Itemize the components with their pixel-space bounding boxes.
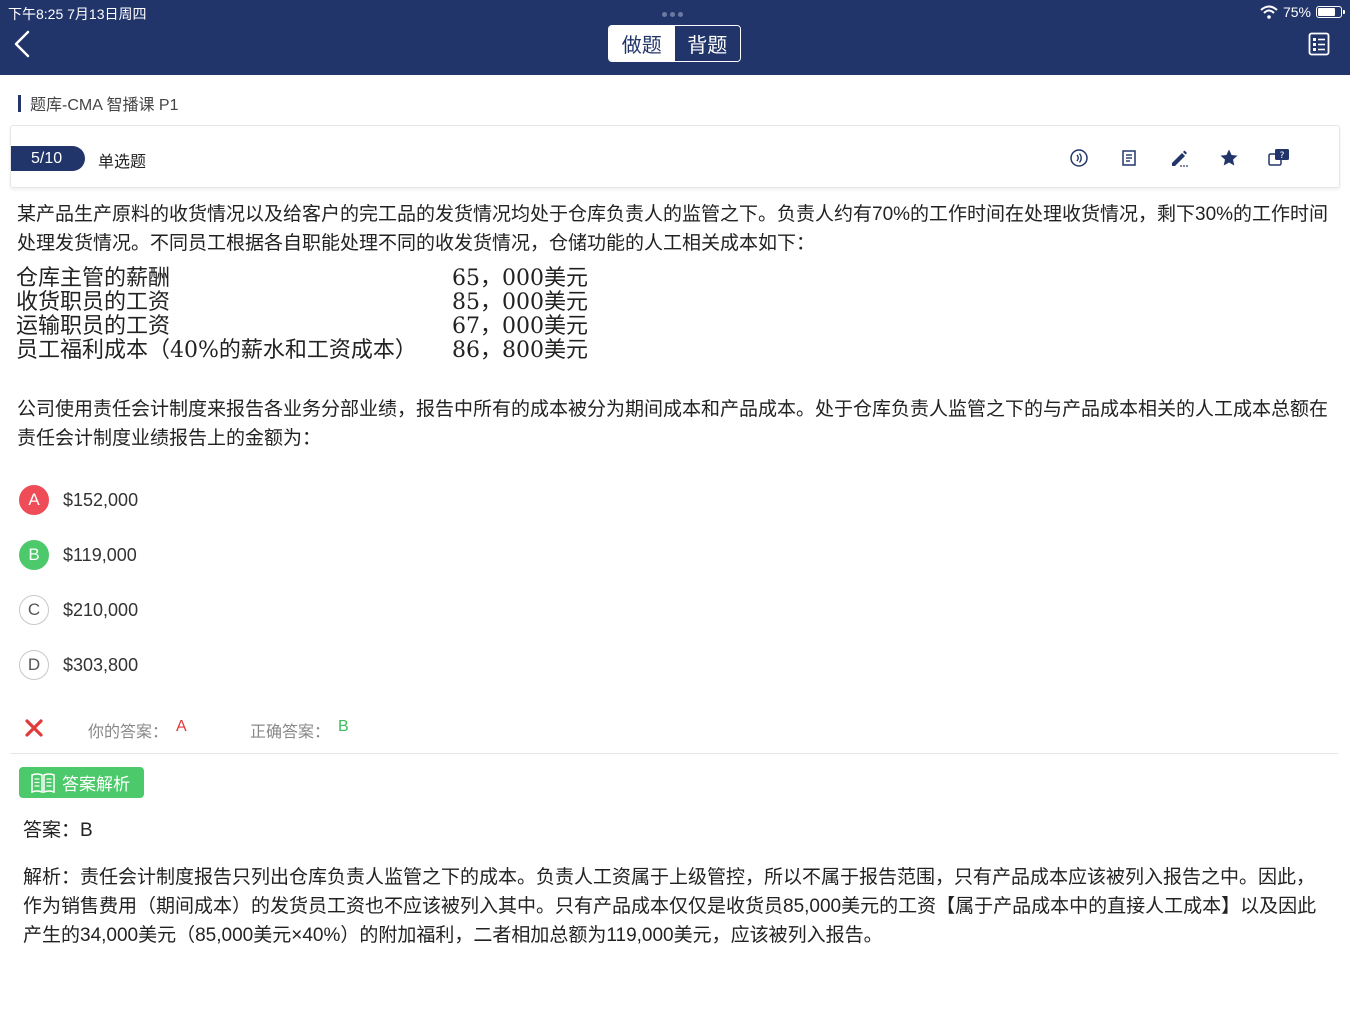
top-nav-bar: 下午8:25 7月13日周四 75% 做题 背题 — [0, 0, 1350, 75]
chevron-left-icon — [14, 30, 30, 58]
cost-row: 运输职员的工资 67，000美元 — [16, 315, 588, 339]
checklist-icon — [1308, 32, 1330, 56]
ask-question-button[interactable]: ? — [1267, 146, 1291, 170]
option-letter: C — [19, 595, 49, 625]
option-letter: D — [19, 650, 49, 680]
status-time: 下午8:25 7月13日周四 — [8, 6, 147, 22]
star-icon — [1220, 149, 1238, 166]
breadcrumb: 题库-CMA 智播课 P1 — [18, 93, 179, 114]
option-a[interactable]: A $152,000 — [19, 484, 138, 516]
cost-amount: 86，800美元 — [452, 338, 588, 363]
option-c[interactable]: C $210,000 — [19, 594, 138, 626]
battery-icon — [1316, 6, 1345, 18]
svg-text:?: ? — [1280, 151, 1285, 161]
cost-item: 运输职员的工资 — [16, 314, 171, 339]
cost-amount: 67，000美元 — [452, 314, 588, 339]
cost-amount: 65，000美元 — [452, 266, 588, 291]
cost-amount: 85，000美元 — [452, 290, 588, 315]
tab-practice[interactable]: 做题 — [609, 26, 675, 61]
cost-row: 员工福利成本（40%的薪水和工资成本） 86，800美元 — [16, 339, 588, 363]
question-header-card: 5/10 单选题 ? — [10, 125, 1340, 188]
back-button[interactable] — [8, 28, 38, 60]
option-letter: B — [19, 540, 49, 570]
status-indicators: 75% — [1260, 4, 1345, 20]
question-progress-badge: 5/10 — [11, 146, 85, 171]
edit-icon — [1172, 150, 1188, 167]
question-help-icon: ? — [1268, 149, 1289, 166]
question-intro-text: 某产品生产原料的收货情况以及给客户的完工品的发货情况均处于仓库负责人的监管之下。… — [17, 204, 1329, 254]
wifi-icon — [1260, 5, 1278, 19]
answer-result: 你的答案： A 正确答案： B — [24, 716, 724, 741]
analysis-answer: 答案：B — [23, 820, 93, 841]
cost-item: 员工福利成本（40%的薪水和工资成本） — [16, 338, 417, 363]
favorite-button[interactable] — [1217, 146, 1241, 170]
analysis-tag: 答案解析 — [19, 767, 144, 798]
analysis-explanation: 解析：责任会计制度报告只列出仓库负责人监管之下的成本。负责人工资属于上级管控，所… — [23, 867, 1317, 946]
open-book-icon — [31, 772, 55, 793]
option-text: $152,000 — [63, 489, 139, 510]
correct-answer-label: 正确答案： — [250, 724, 331, 741]
breadcrumb-marker — [18, 94, 21, 112]
option-text: $119,000 — [63, 544, 137, 565]
note-button[interactable] — [1117, 146, 1141, 170]
cost-item: 仓库主管的薪酬 — [16, 266, 171, 291]
mode-toggle: 做题 背题 — [608, 25, 741, 62]
your-answer-label: 你的答案： — [88, 724, 169, 741]
option-text: $303,800 — [63, 654, 139, 675]
option-letter: A — [19, 485, 49, 515]
your-answer-value: A — [176, 718, 187, 735]
multitask-dots-icon[interactable] — [662, 12, 683, 17]
question-type-label: 单选题 — [98, 154, 147, 171]
option-b[interactable]: B $119,000 — [19, 539, 137, 571]
cost-item: 收货职员的工资 — [16, 290, 171, 315]
note-icon — [1122, 150, 1136, 166]
option-text: $210,000 — [63, 599, 139, 620]
analysis-tag-label: 答案解析 — [62, 775, 130, 794]
option-d[interactable]: D $303,800 — [19, 649, 138, 681]
tab-memorize[interactable]: 背题 — [674, 26, 740, 61]
battery-percent: 75% — [1282, 4, 1311, 20]
cost-row: 仓库主管的薪酬 65，000美元 — [16, 267, 588, 291]
divider — [10, 753, 1338, 754]
question-list-button[interactable] — [1308, 32, 1330, 56]
audio-button[interactable] — [1067, 146, 1091, 170]
correct-answer-value: B — [338, 718, 349, 735]
cost-row: 收货职员的工资 85，000美元 — [16, 291, 588, 315]
cost-table: 仓库主管的薪酬 65，000美元 收货职员的工资 85，000美元 运输职员的工… — [16, 267, 588, 363]
question-body-text: 公司使用责任会计制度来报告各业务分部业绩，报告中所有的成本被分为期间成本和产品成… — [17, 399, 1329, 449]
audio-icon — [1070, 149, 1088, 167]
edit-button[interactable] — [1167, 146, 1191, 170]
wrong-x-icon — [25, 719, 43, 737]
breadcrumb-label: 题库-CMA 智播课 P1 — [30, 97, 179, 114]
